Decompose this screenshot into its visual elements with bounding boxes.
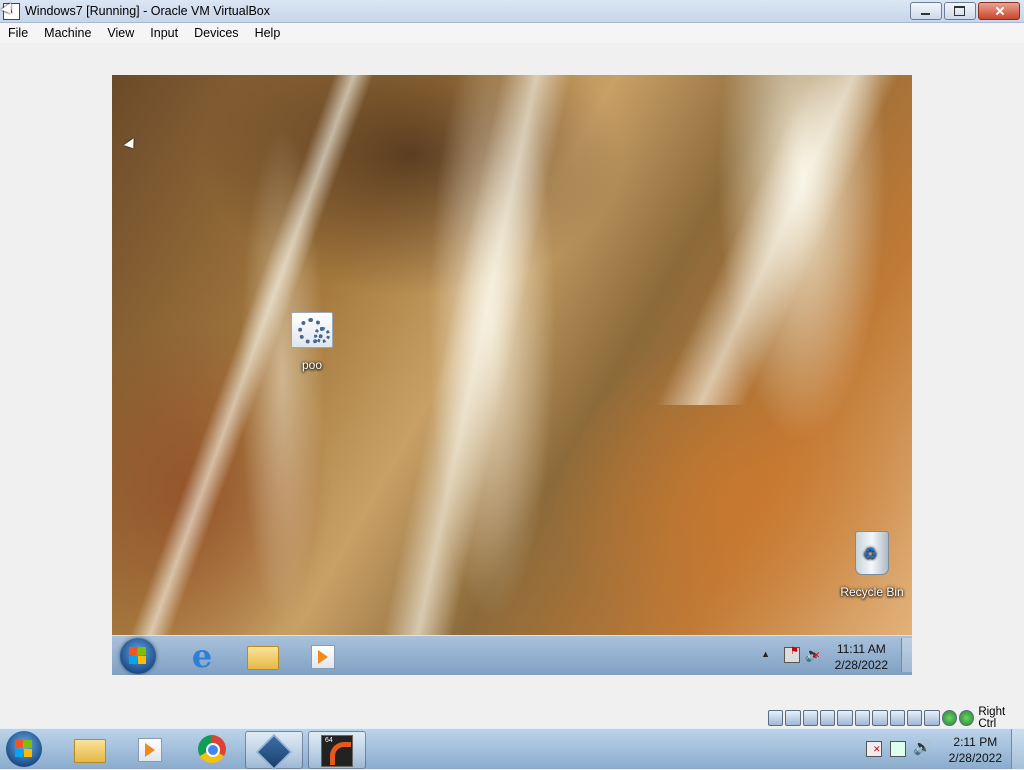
desktop-icon-label: Recycle Bin xyxy=(840,585,904,599)
guest-clock[interactable]: 11:11 AM 2/28/2022 xyxy=(835,641,888,673)
media-player-icon[interactable] xyxy=(122,731,178,767)
folder-icon[interactable] xyxy=(62,731,118,767)
guest-clock-date: 2/28/2022 xyxy=(834,658,888,672)
display-icon[interactable] xyxy=(872,710,888,726)
usb-icon[interactable] xyxy=(837,710,853,726)
cpu-icon[interactable] xyxy=(924,710,940,726)
menu-input[interactable]: Input xyxy=(142,23,186,43)
menu-bar: File Machine View Input Devices Help xyxy=(0,23,1024,43)
host-start-orb-icon[interactable] xyxy=(6,731,42,767)
shared-folders-icon[interactable] xyxy=(854,710,871,726)
desktop-icon-recycle-bin[interactable]: Recycle Bin xyxy=(834,531,910,599)
guest-clock-time: 11:11 AM xyxy=(836,642,886,656)
audio-icon[interactable] xyxy=(802,710,819,726)
terminal-icon[interactable]: 64 xyxy=(308,731,366,769)
show-hidden-icons-icon[interactable]: ▲ xyxy=(761,649,770,659)
menu-file[interactable]: File xyxy=(0,23,36,43)
action-center-icon[interactable] xyxy=(784,646,800,663)
volume-icon[interactable]: 🔊 xyxy=(913,738,932,756)
video-capture-icon[interactable] xyxy=(889,710,905,726)
window-title: Windows7 [Running] - Oracle VM VirtualBo… xyxy=(25,4,271,18)
volume-muted-icon[interactable]: 🔈 xyxy=(805,646,822,663)
close-button[interactable] xyxy=(978,2,1020,20)
menu-devices[interactable]: Devices xyxy=(186,23,246,43)
minimize-button[interactable] xyxy=(910,2,942,20)
title-bar: Windows7 [Running] - Oracle VM VirtualBo… xyxy=(0,0,1024,23)
host-clock-time: 2:11 PM xyxy=(953,735,998,749)
desktop-icon-poo[interactable]: poo xyxy=(282,312,342,372)
vm-status-bar: Right Ctrl xyxy=(768,706,1024,730)
network-icon[interactable] xyxy=(890,741,906,757)
host-clock-date: 2/28/2022 xyxy=(948,751,1002,765)
desktop-icon-label: poo xyxy=(301,358,323,372)
action-center-icon[interactable] xyxy=(866,741,882,757)
host-clock[interactable]: 2:11 PM 2/28/2022 xyxy=(949,734,1002,766)
hard-disk-icon[interactable] xyxy=(768,710,784,726)
chrome-icon[interactable] xyxy=(184,731,240,767)
mouse-integration-icon[interactable] xyxy=(941,710,957,726)
recycle-bin-icon xyxy=(855,531,889,575)
internet-explorer-icon[interactable]: e xyxy=(182,640,222,672)
guest-start-orb-icon[interactable] xyxy=(120,638,156,674)
network-icon[interactable] xyxy=(820,710,836,726)
restore-button[interactable] xyxy=(944,2,976,20)
host-key-label: Right Ctrl xyxy=(978,706,1006,730)
settings-gear-icon xyxy=(291,312,333,348)
host-taskbar: 64 🔊 2:11 PM 2/28/2022 xyxy=(0,728,1024,770)
menu-machine[interactable]: Machine xyxy=(36,23,99,43)
guest-display[interactable]: poo Recycle Bin e ▲ 🔈 11:11 AM 2/28/2022 xyxy=(112,75,912,675)
virtualbox-icon[interactable] xyxy=(245,731,303,770)
guest-taskbar: e ▲ 🔈 11:11 AM 2/28/2022 xyxy=(112,635,912,675)
desktop-wallpaper[interactable] xyxy=(112,75,912,635)
media-player-icon[interactable] xyxy=(303,640,343,672)
keyboard-capture-icon[interactable] xyxy=(958,710,975,726)
guest-show-desktop-button[interactable] xyxy=(901,638,912,672)
optical-drive-icon[interactable] xyxy=(785,710,801,726)
host-show-desktop-button[interactable] xyxy=(1011,729,1024,769)
drag-drop-icon[interactable] xyxy=(906,710,923,726)
menu-help[interactable]: Help xyxy=(247,23,289,43)
window-controls xyxy=(910,2,1020,20)
menu-view[interactable]: View xyxy=(99,23,142,43)
folder-icon[interactable] xyxy=(243,640,283,672)
